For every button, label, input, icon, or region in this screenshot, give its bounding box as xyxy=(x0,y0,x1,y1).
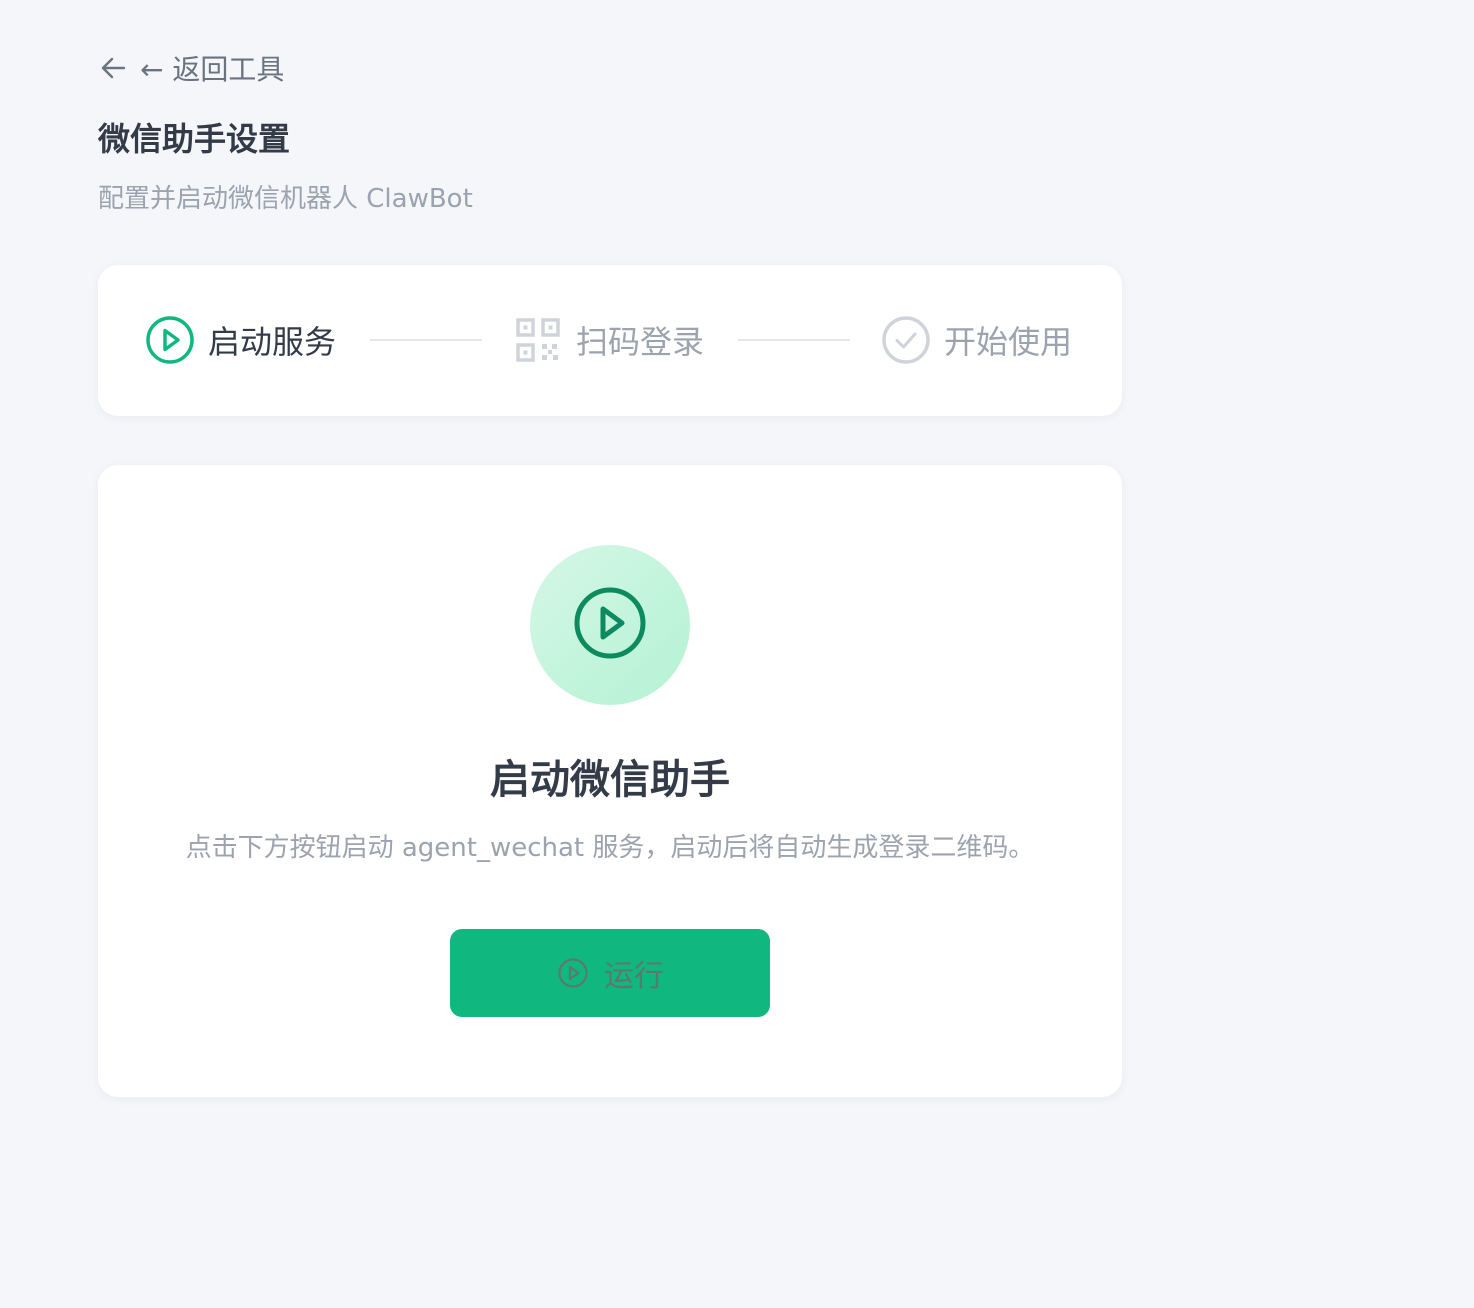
play-circle-icon xyxy=(556,956,590,990)
start-assistant-title: 启动微信助手 xyxy=(490,757,730,803)
step-label: 扫码登录 xyxy=(576,323,705,361)
step-connector xyxy=(738,339,850,341)
run-button[interactable]: 运行 xyxy=(450,929,770,1017)
step-start-using: 开始使用 xyxy=(880,311,1072,369)
check-circle-icon xyxy=(880,314,932,366)
back-to-tools-link[interactable]: ← 返回工具 xyxy=(98,48,284,88)
page-subtitle: 配置并启动微信机器人 ClawBot xyxy=(98,184,473,214)
play-circle-icon xyxy=(144,314,196,366)
arrow-left-icon xyxy=(98,53,128,83)
steps-card: 启动服务 扫码登录 开始使用 xyxy=(98,265,1122,416)
step-label: 启动服务 xyxy=(208,323,337,361)
step-start-service: 启动服务 xyxy=(144,311,336,369)
qr-code-icon xyxy=(512,314,564,366)
step-scan-login: 扫码登录 xyxy=(512,311,704,369)
back-link-label: ← 返回工具 xyxy=(140,53,285,86)
run-button-label: 运行 xyxy=(604,960,664,993)
step-connector xyxy=(370,339,482,341)
page-title: 微信助手设置 xyxy=(98,120,291,158)
start-service-card: 启动微信助手 点击下方按钮启动 agent_wechat 服务，启动后将自动生成… xyxy=(98,465,1122,1097)
step-label: 开始使用 xyxy=(944,323,1073,361)
hero-icon-circle xyxy=(530,545,690,705)
start-assistant-description: 点击下方按钮启动 agent_wechat 服务，启动后将自动生成登录二维码。 xyxy=(185,833,1035,863)
play-circle-icon xyxy=(572,585,648,665)
